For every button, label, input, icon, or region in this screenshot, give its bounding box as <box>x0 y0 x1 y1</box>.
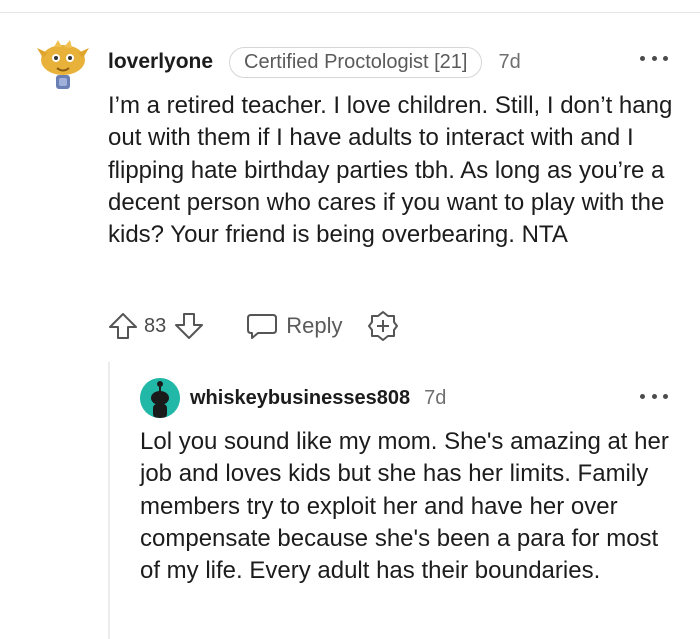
user-avatar[interactable] <box>34 38 92 94</box>
reply-label: Reply <box>286 313 343 338</box>
reply-meta: whiskeybusinesses808 7d <box>190 382 446 414</box>
reply-more-options-button[interactable] <box>640 384 668 408</box>
more-options-dot <box>663 393 668 399</box>
user-flair: Certified Proctologist [21] <box>229 46 483 78</box>
more-options-dot <box>663 55 668 61</box>
snoo-avatar-icon <box>140 378 180 418</box>
downvote-button[interactable] <box>174 312 204 340</box>
more-options-button[interactable] <box>640 46 668 70</box>
downvote-arrow-icon <box>175 313 204 339</box>
more-options-dot <box>651 55 657 61</box>
reply-avatar[interactable] <box>140 378 180 418</box>
cartoon-avatar-icon <box>37 40 89 89</box>
award-plus-icon <box>367 311 398 341</box>
more-options-icon <box>640 393 645 399</box>
reply-button[interactable]: Reply <box>246 312 343 340</box>
vote-score: 83 <box>144 314 167 337</box>
comment-actions: 83 Reply <box>108 308 399 344</box>
reply-body: Lol you sound like my mom. She's amazing… <box>140 428 669 585</box>
upvote-button[interactable] <box>108 312 138 340</box>
reply-age[interactable]: 7d <box>424 387 446 410</box>
comment-age[interactable]: 7d <box>498 51 520 74</box>
more-options-dot <box>651 393 657 399</box>
top-divider <box>0 12 700 13</box>
upvote-arrow-icon <box>109 313 137 339</box>
more-options-icon <box>640 55 645 61</box>
reply-username[interactable]: whiskeybusinesses808 <box>190 387 410 410</box>
comment-body: I’m a retired teacher. I love children. … <box>108 92 673 249</box>
comment-username[interactable]: loverlyone <box>108 50 213 74</box>
speech-bubble-icon <box>247 314 278 339</box>
award-button[interactable] <box>367 310 399 342</box>
thread-line[interactable] <box>108 362 110 639</box>
comment-meta: loverlyone Certified Proctologist [21] 7… <box>108 46 521 78</box>
